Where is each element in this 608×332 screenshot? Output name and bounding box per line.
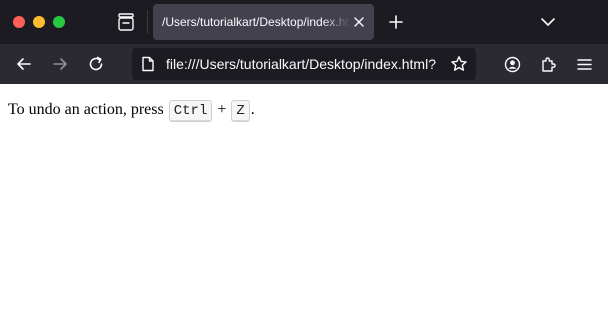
bookmark-star-icon[interactable] <box>450 55 468 73</box>
kbd-ctrl: Ctrl <box>168 100 213 122</box>
kbd-z: Z <box>231 100 250 122</box>
url-text[interactable]: file:///Users/tutorialkart/Desktop/index… <box>166 56 448 72</box>
browser-titlebar: /Users/tutorialkart/Desktop/index.html <box>0 0 608 44</box>
active-tab[interactable]: /Users/tutorialkart/Desktop/index.html <box>153 4 374 40</box>
browser-navbar: file:///Users/tutorialkart/Desktop/index… <box>0 44 608 84</box>
hamburger-menu-icon[interactable] <box>576 56 593 73</box>
reload-icon[interactable] <box>88 56 104 72</box>
forward-arrow-icon[interactable] <box>52 56 68 72</box>
extensions-puzzle-icon[interactable] <box>540 56 557 73</box>
chevron-down-icon[interactable] <box>540 16 556 28</box>
window-maximize-button[interactable] <box>53 16 65 28</box>
plus-sign: + <box>213 101 231 118</box>
instruction-paragraph: To undo an action, press Ctrl + Z. <box>8 98 255 122</box>
window-close-button[interactable] <box>13 16 25 28</box>
paragraph-text: To undo an action, press <box>8 101 168 118</box>
url-bar[interactable]: file:///Users/tutorialkart/Desktop/index… <box>132 48 476 80</box>
account-icon[interactable] <box>504 56 521 73</box>
tab-separator <box>147 10 148 34</box>
back-arrow-icon[interactable] <box>16 56 32 72</box>
page-icon <box>142 56 154 72</box>
new-tab-plus-icon[interactable] <box>388 14 404 30</box>
page-content: To undo an action, press Ctrl + Z. <box>0 84 608 332</box>
tab-title: /Users/tutorialkart/Desktop/index.html <box>162 15 350 29</box>
window-minimize-button[interactable] <box>33 16 45 28</box>
tab-close-icon[interactable] <box>353 16 365 28</box>
firefox-view-icon[interactable] <box>117 12 135 32</box>
period: . <box>250 101 255 118</box>
